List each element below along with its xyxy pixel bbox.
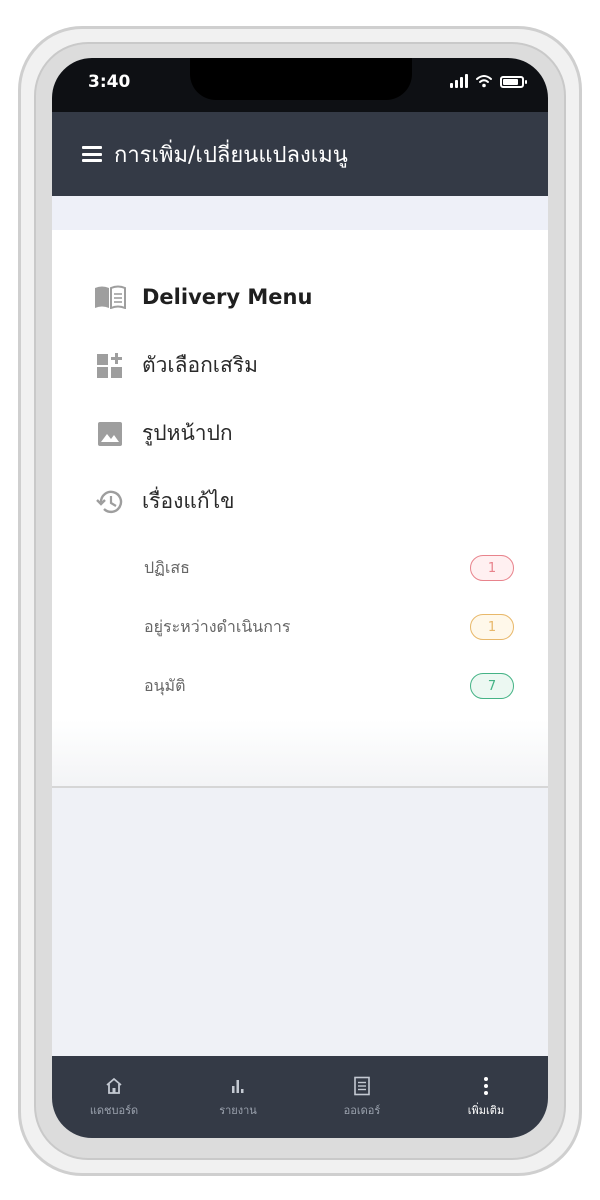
nav-more[interactable]: เพิ่มเติม <box>424 1056 548 1138</box>
menu-item-label: รูปหน้าปก <box>142 421 233 445</box>
order-list-icon <box>353 1075 371 1097</box>
battery-icon <box>500 76 527 88</box>
home-icon <box>105 1075 123 1097</box>
phone-screen: 3:40 การเพิ่ม/เปลี่ยนแปลงเมนู Delivery M… <box>52 58 548 1138</box>
menu-item-cover-image[interactable]: รูปหน้าปก <box>94 417 233 450</box>
status-bar: 3:40 <box>52 58 548 112</box>
count-badge: 1 <box>470 614 514 640</box>
app-header: การเพิ่ม/เปลี่ยนแปลงเมนู <box>52 112 548 196</box>
menu-item-revisions[interactable]: เรื่องแก้ไข <box>94 485 235 518</box>
header-sub-strip <box>52 196 548 230</box>
bottom-navigation: แดชบอร์ด รายงาน ออเดอร์ เพิ่มเติม <box>52 1056 548 1138</box>
revision-rejected[interactable]: ปฏิเสธ 1 <box>144 552 514 584</box>
notch <box>190 58 412 100</box>
status-time: 3:40 <box>88 72 131 92</box>
revision-label: ปฏิเสธ <box>144 557 190 577</box>
revision-label: อนุมัติ <box>144 675 186 695</box>
nav-label: แดชบอร์ด <box>89 1104 139 1117</box>
nav-label: ออเดอร์ <box>343 1104 381 1117</box>
nav-orders[interactable]: ออเดอร์ <box>300 1056 424 1138</box>
nav-label: รายงาน <box>219 1104 257 1117</box>
nav-label: เพิ่มเติม <box>467 1104 505 1117</box>
count-badge: 7 <box>470 673 514 699</box>
page-title: การเพิ่ม/เปลี่ยนแปลงเมนู <box>114 142 348 168</box>
add-options-icon <box>94 350 126 382</box>
menu-item-label: เรื่องแก้ไข <box>142 489 235 513</box>
menu-item-delivery-menu[interactable]: Delivery Menu <box>94 281 312 313</box>
revision-approved[interactable]: อนุมัติ 7 <box>144 670 514 702</box>
revision-in-progress[interactable]: อยู่ระหว่างดำเนินการ 1 <box>144 611 514 643</box>
history-icon <box>94 486 126 518</box>
image-icon <box>94 418 126 450</box>
menu-card: Delivery Menu ตัวเลือกเสริม รูปหน้าปก เร… <box>52 230 548 788</box>
menu-book-icon <box>94 281 126 313</box>
menu-item-add-options[interactable]: ตัวเลือกเสริม <box>94 349 258 382</box>
signal-icon <box>450 74 468 88</box>
status-icons <box>450 74 527 88</box>
bar-chart-icon <box>229 1075 247 1097</box>
hamburger-menu-icon[interactable] <box>82 146 102 162</box>
count-badge: 1 <box>470 555 514 581</box>
menu-item-label: ตัวเลือกเสริม <box>142 353 258 377</box>
more-vertical-icon <box>483 1075 489 1097</box>
menu-item-label: Delivery Menu <box>142 285 313 309</box>
revision-label: อยู่ระหว่างดำเนินการ <box>144 616 291 636</box>
wifi-icon <box>476 75 492 88</box>
nav-reports[interactable]: รายงาน <box>176 1056 300 1138</box>
nav-dashboard[interactable]: แดชบอร์ด <box>52 1056 176 1138</box>
